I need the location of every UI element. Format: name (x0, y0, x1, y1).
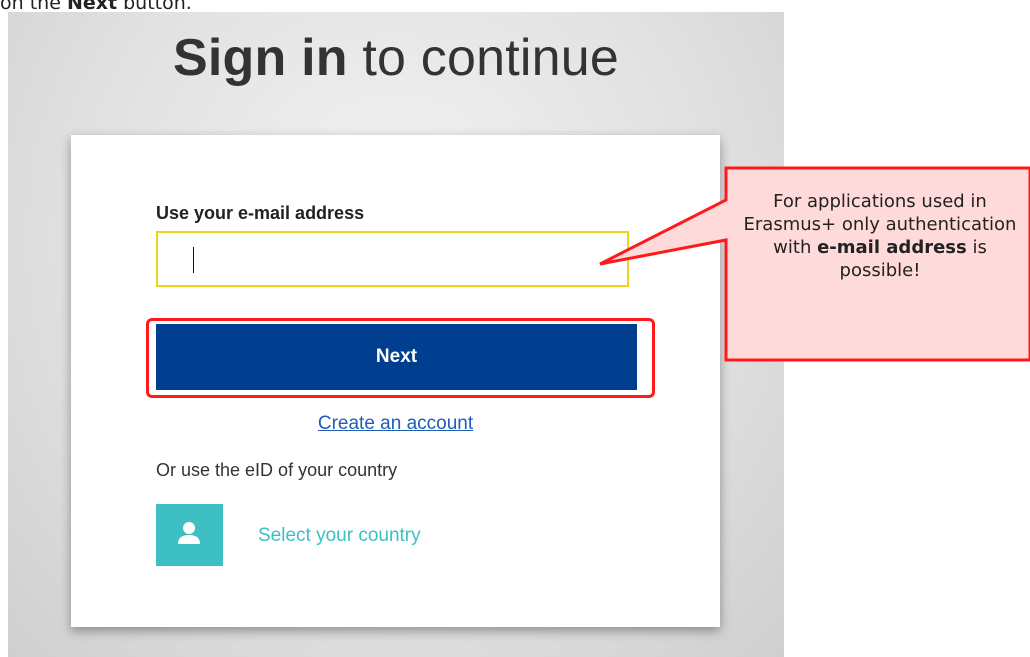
page-title: Sign in to continue (8, 28, 784, 88)
eid-prompt: Or use the eID of your country (156, 460, 398, 480)
page-title-rest: to continue (347, 29, 619, 87)
next-button[interactable]: Next (156, 324, 637, 390)
sign-in-screenshot: Sign in to continue Use your e-mail addr… (8, 12, 784, 657)
callout-note: For applications used in Erasmus+ only a… (730, 190, 1030, 282)
email-field[interactable] (156, 231, 629, 287)
sign-in-card: Use your e-mail address Next Create an a… (71, 135, 720, 627)
select-country-link[interactable]: Select your country (258, 525, 421, 547)
email-label: Use your e-mail address (156, 203, 365, 223)
page-title-strong: Sign in (173, 29, 348, 87)
callout-text-bold: e-mail address (817, 237, 967, 258)
text-cursor (193, 247, 194, 273)
user-icon (178, 522, 200, 544)
create-account-link[interactable]: Create an account (71, 413, 720, 435)
eid-button[interactable] (156, 504, 223, 566)
